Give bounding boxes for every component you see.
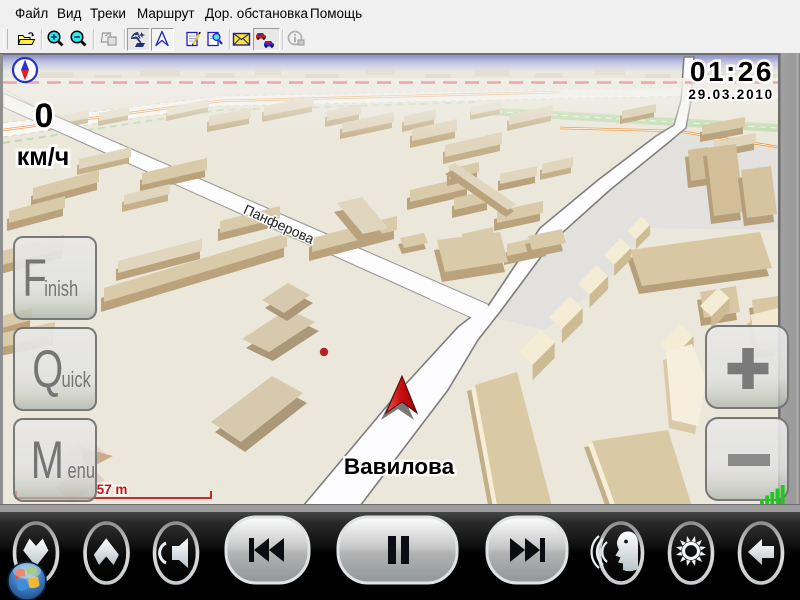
svg-text:inish: inish — [44, 277, 78, 302]
svg-text:Q: Q — [32, 339, 63, 398]
svg-text:01:26: 01:26 — [690, 56, 774, 87]
svg-text:0: 0 — [35, 97, 54, 135]
svg-text:M: M — [31, 430, 64, 489]
svg-text:км/ч: км/ч — [17, 143, 69, 171]
svg-text:uick: uick — [62, 368, 92, 393]
svg-text:29.03.2010: 29.03.2010 — [688, 87, 774, 102]
svg-text:57 m: 57 m — [97, 482, 128, 497]
svg-text:Вавилова: Вавилова — [344, 454, 455, 479]
svg-text:F: F — [23, 248, 47, 307]
svg-text:enu: enu — [68, 459, 96, 484]
